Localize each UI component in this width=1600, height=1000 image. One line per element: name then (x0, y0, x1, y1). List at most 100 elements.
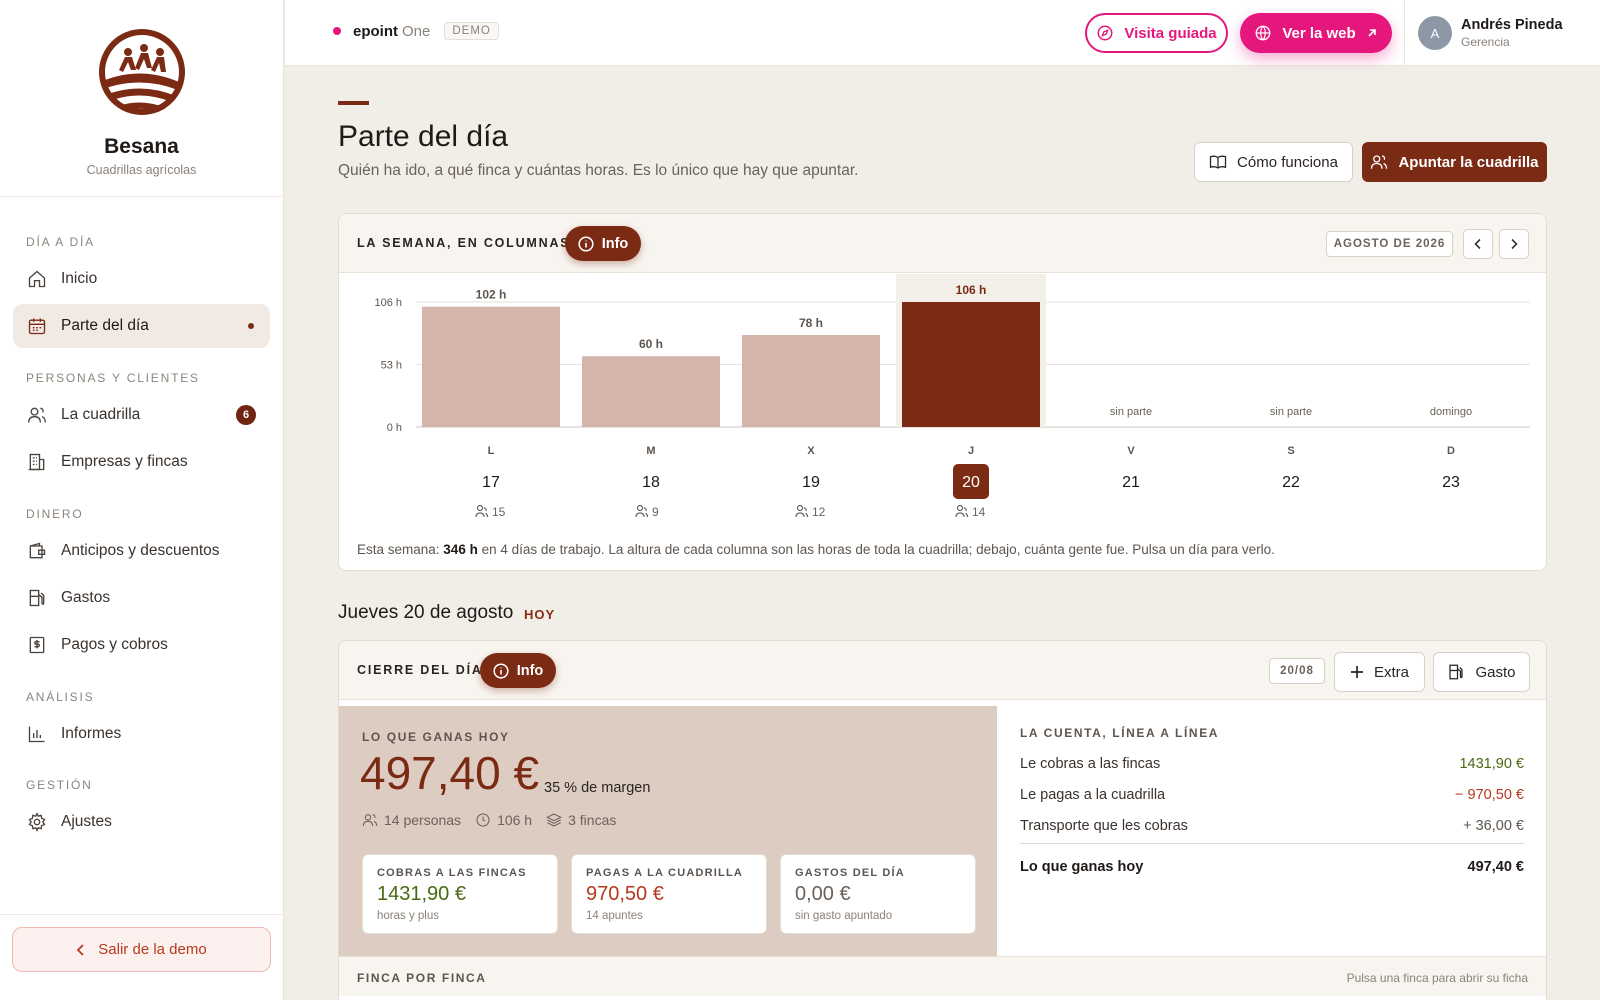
farm-by-farm-header: FINCA POR FINCA Pulsa una finca para abr… (339, 956, 1546, 996)
view-web-button[interactable]: Ver la web (1240, 13, 1392, 53)
bar-value-label: 102 h (476, 288, 507, 302)
plus-icon (1350, 666, 1363, 678)
active-dot (248, 323, 254, 329)
view-web-label: Ver la web (1282, 24, 1356, 42)
margin-value: 35 % de margen (544, 780, 651, 796)
sidebar-item-label: Empresas y fincas (61, 453, 188, 470)
weekday-label: J (968, 445, 974, 457)
external-arrow-icon (1368, 29, 1376, 37)
sidebar-item-ajustes[interactable]: Ajustes (13, 800, 270, 844)
clock-icon (476, 813, 490, 827)
how-it-works-button[interactable]: Cómo funciona (1194, 142, 1353, 182)
hours-count: 106 h (497, 812, 533, 828)
fuel-icon (29, 589, 45, 607)
date-label: 22 (1282, 474, 1300, 491)
income-value: 1431,90 € (377, 883, 466, 905)
bar (422, 306, 560, 427)
bar-chart-icon (28, 726, 45, 743)
next-week-button[interactable] (1499, 229, 1529, 259)
income-sub: horas y plus (377, 910, 440, 922)
wallet-icon (29, 542, 46, 559)
brand-name: Besana (104, 135, 179, 158)
expenses-label: GASTOS DEL DÍA (795, 867, 905, 879)
date-label: 23 (1442, 474, 1460, 491)
sidebar-item-informes[interactable]: Informes (13, 712, 270, 756)
payroll-card: PAGAS A LA CUADRILLA 970,50 € 14 apuntes (571, 854, 767, 934)
day-info-button[interactable]: Info (480, 653, 556, 688)
day-close-header: CIERRE DEL DÍA Info 20/08 Extra Gasto (339, 641, 1546, 700)
log-crew-button[interactable]: Apuntar la cuadrilla (1362, 142, 1547, 182)
guided-tour-label: Visita guiada (1124, 24, 1217, 42)
sidebar-item-label: La cuadrilla (61, 406, 141, 423)
expenses-sub: sin gasto apuntado (795, 910, 893, 922)
user-name: Andrés Pineda (1461, 17, 1563, 33)
sidebar-item-la-cuadrilla[interactable]: La cuadrilla 6 (13, 393, 270, 437)
users-icon (1371, 155, 1388, 169)
week-info-button[interactable]: Info (565, 226, 641, 261)
people-count: 15 (475, 504, 506, 519)
day-heading: Jueves 20 de agosto (338, 602, 514, 623)
exit-demo-button[interactable]: Salir de la demo (12, 927, 271, 972)
globe-icon (1255, 25, 1271, 41)
building-icon (28, 453, 45, 471)
divider (1404, 0, 1405, 66)
earnings-meta: 14 personas 106 h 3 fincas (362, 812, 616, 828)
title-accent (338, 101, 369, 105)
sidebar-item-anticipos[interactable]: Anticipos y descuentos (13, 529, 270, 573)
avatar[interactable]: A (1418, 16, 1452, 50)
month-chip: AGOSTO DE 2026 (1326, 231, 1453, 257)
date-label: 18 (642, 474, 660, 491)
weekday-label: D (1447, 445, 1455, 457)
y-tick-label: 0 h (387, 422, 402, 434)
bar-value-label: 78 h (799, 316, 823, 330)
date-label: 17 (482, 474, 500, 491)
exit-area: Salir de la demo (0, 914, 284, 1000)
today-tag: HOY (524, 607, 556, 622)
week-note-prefix: Esta semana: (357, 542, 444, 557)
user-role: Gerencia (1461, 35, 1510, 49)
week-card-header: LA SEMANA, EN COLUMNAS Info AGOSTO DE 20… (339, 214, 1546, 273)
sidebar-item-label: Ajustes (61, 813, 112, 830)
sidebar-item-inicio[interactable]: Inicio (13, 257, 270, 301)
bar-value-label: 60 h (639, 337, 663, 351)
earnings-label: LO QUE GANAS HOY (362, 730, 510, 744)
ledger-total-value: 497,40 € (1467, 859, 1524, 875)
page-title: Parte del día (338, 120, 509, 153)
add-expense-button[interactable]: Gasto (1433, 652, 1530, 692)
compass-icon (1097, 25, 1113, 41)
people-count-label: 12 (812, 505, 826, 519)
info-label: Info (516, 662, 544, 679)
farm-by-farm-title: FINCA POR FINCA (357, 971, 487, 985)
people-count: 12 (795, 504, 826, 519)
ledger-total-label: Lo que ganas hoy (1020, 859, 1144, 875)
add-extra-label: Extra (1373, 663, 1409, 681)
ledger-value: 1431,90 € (1459, 756, 1524, 772)
earnings-panel: LO QUE GANAS HOY 497,40 € 35 % de margen… (339, 706, 997, 956)
week-note-text: en 4 días de trabajo. La altura de cada … (477, 542, 1275, 557)
week-total-hours: 346 h (443, 542, 478, 557)
ledger-value: + 36,00 € (1463, 818, 1524, 834)
guided-tour-button[interactable]: Visita guiada (1085, 13, 1228, 53)
ledger-row: Le pagas a la cuadrilla − 970,50 € (1020, 787, 1524, 803)
ledger-label: Le pagas a la cuadrilla (1020, 787, 1166, 803)
date-chip: 20/08 (1269, 658, 1325, 684)
people-count-label: 15 (492, 505, 506, 519)
page-subtitle: Quién ha ido, a qué finca y cuántas hora… (338, 162, 859, 179)
sidebar-item-empresas-y-fincas[interactable]: Empresas y fincas (13, 440, 270, 484)
sidebar-item-label: Inicio (61, 270, 98, 287)
sidebar-item-parte-del-dia[interactable]: Parte del día (13, 304, 270, 348)
exit-demo-label: Salir de la demo (98, 941, 207, 958)
sidebar-item-pagos-y-cobros[interactable]: Pagos y cobros (13, 623, 270, 667)
income-card: COBRAS A LAS FINCAS 1431,90 € horas y pl… (362, 854, 558, 934)
brand-subtitle: Cuadrillas agrícolas (86, 163, 197, 177)
add-extra-button[interactable]: Extra (1334, 652, 1425, 692)
info-label: Info (601, 235, 629, 252)
sidebar-item-gastos[interactable]: Gastos (13, 576, 270, 620)
y-tick-label: 106 h (374, 297, 402, 309)
gear-icon (28, 812, 46, 832)
people-stat: 14 personas (362, 812, 461, 828)
prev-week-button[interactable] (1463, 229, 1493, 259)
users-icon (955, 504, 969, 518)
week-card-title: LA SEMANA, EN COLUMNAS (357, 236, 571, 250)
weekday-label: X (807, 445, 815, 457)
